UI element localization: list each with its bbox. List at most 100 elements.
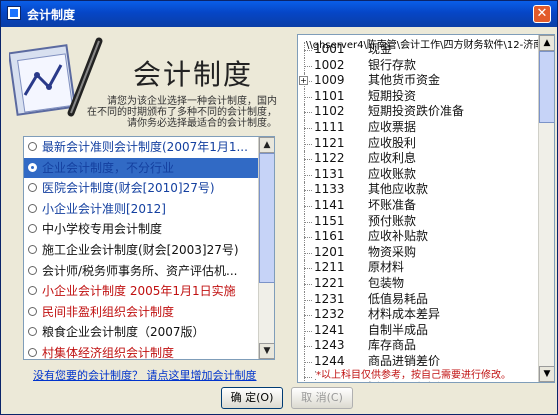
account-code: 1161 [314,229,345,244]
account-row[interactable]: 1002 银行存款 [298,57,538,74]
description-line: 请您为该企业选择一种会计制度，国内 [107,96,277,107]
option-3[interactable]: 小企业会计准则[2012] [24,199,274,220]
app-icon [7,6,21,20]
account-row[interactable]: 1161 应收补贴款 [298,229,538,245]
account-row[interactable]: 1151 预付账款 [298,213,538,230]
close-icon: ✕ [536,6,548,21]
option-4[interactable]: 中小学校专用会计制度 [24,219,274,240]
account-code: 1241 [314,322,345,337]
option-label: 企业会计制度，不分行业 [42,160,175,175]
account-name: 短期投资跌价准备 [368,104,465,119]
tree-branch [304,315,312,317]
radio-icon[interactable] [28,306,37,316]
ok-button[interactable]: 确 定(O) [221,387,283,409]
arrow-down-icon: ▼ [263,346,271,356]
account-tree-panel[interactable]: \\ghserver4\陈南管\会计工作\四方财务软件\12-济南\Data\T… [297,34,555,383]
radio-icon[interactable] [28,286,37,296]
arrow-up-icon: ▲ [263,140,271,150]
list-scrollbar[interactable]: ▲ ▼ [258,137,274,359]
radio-icon[interactable] [28,224,37,234]
option-label: 粮食企业会计制度（2007版） [42,325,205,340]
scroll-thumb[interactable] [259,153,274,283]
tree-branch [304,299,312,301]
tree-scroll-thumb[interactable] [539,51,554,123]
account-name: 库存商品 [368,338,417,353]
option-6[interactable]: 会计师/税务师事务所、资产评估机... [24,261,274,282]
account-row[interactable]: 1131 应收账款 [298,166,538,183]
account-name: 应收利息 [368,151,417,166]
account-code: 1001 [314,42,345,56]
account-row[interactable]: 1121 应收股利 [298,135,538,152]
account-code: 1111 [314,119,345,134]
account-code: 1133 [314,182,345,197]
account-name: 银行存款 [368,57,417,72]
accounting-system-list[interactable]: 最新会计准则会计制度(2007年1月1... 企业会计制度，不分行业医院会计制度(… [23,136,275,360]
close-button[interactable]: ✕ [533,5,551,23]
account-name: 应收股利 [368,135,417,150]
scroll-down-button[interactable]: ▼ [259,343,274,359]
radio-icon[interactable] [28,265,37,275]
tree-branch [304,268,312,270]
description: 请您为该企业选择一种会计制度，国内 在不同的时期颁布了多种不同的会计制度， 请你… [87,96,277,129]
tree-branch [304,283,312,285]
tree-scroll-up-button[interactable]: ▲ [539,35,554,51]
account-row[interactable]: 1133 其他应收款 [298,182,538,198]
title-bar[interactable]: 会计制度 ✕ [1,1,557,27]
option-7[interactable]: 小企业会计制度 2005年1月1日实施 [24,281,274,302]
tree-branch [304,174,312,176]
account-row[interactable]: 1111 应收票据 [298,119,538,136]
tree-branch [304,361,312,363]
account-row[interactable]: 1102 短期投资跌价准备 [298,104,538,120]
option-8[interactable]: 民间非盈利组织会计制度 [24,302,274,323]
account-name: 预付账款 [368,213,417,228]
account-row[interactable]: 1201 物资采购 [298,244,538,261]
option-9[interactable]: 粮食企业会计制度（2007版） [24,322,274,343]
radio-icon[interactable] [28,244,37,254]
tree-branch [304,65,312,67]
tree-branch [304,221,312,223]
account-row[interactable]: 1241 自制半成品 [298,322,538,339]
option-label: 中小学校专用会计制度 [42,222,163,237]
option-label: 小企业会计准则[2012] [42,201,166,216]
radio-icon[interactable] [28,327,37,337]
account-row[interactable]: 1231 低值易耗品 [298,291,538,308]
tree-scroll-down-button[interactable]: ▼ [539,366,554,382]
account-code: 1151 [314,213,345,228]
expand-icon[interactable]: + [299,76,308,86]
scroll-up-button[interactable]: ▲ [259,137,274,153]
radio-icon[interactable] [28,183,37,193]
account-row[interactable]: 1101 短期投资 [298,88,538,105]
radio-icon[interactable] [28,347,37,357]
account-code: 1243 [314,338,345,353]
account-name: 应收账款 [368,166,417,181]
option-label: 医院会计制度(财会[2010]27号) [42,181,215,196]
account-name: 现金 [368,42,393,56]
account-name: 原材料 [368,260,405,275]
account-name: 物资采购 [368,244,417,259]
account-name: 材料成本差异 [368,307,441,322]
account-code: 1009 [314,73,345,88]
radio-icon[interactable] [28,142,37,151]
account-row[interactable]: 1141 坏账准备 [298,197,538,214]
option-0[interactable]: 最新会计准则会计制度(2007年1月1... [24,137,274,158]
tree-branch [304,346,312,348]
account-row[interactable]: 1001 现金 [298,42,538,58]
account-row[interactable]: 1122 应收利息 [298,151,538,167]
option-1[interactable]: 企业会计制度，不分行业 [24,157,274,179]
account-row[interactable]: 1243 库存商品 [298,338,538,354]
radio-icon[interactable] [28,162,37,172]
account-row[interactable]: +1009 其他货币资金 [298,73,538,89]
tree-scrollbar[interactable]: ▲ ▼ [538,35,554,382]
account-row[interactable]: 1221 包装物 [298,275,538,292]
add-system-link[interactable]: 没有您要的会计制度？ 请点这里增加会计制度 [33,367,257,383]
option-2[interactable]: 医院会计制度(财会[2010]27号) [24,178,274,199]
account-code: 1201 [314,244,345,259]
option-5[interactable]: 施工企业会计制度(财会[2003]27号) [24,240,274,261]
dialog-window: 会计制度 ✕ 会计制度 请您为该企业选择一种会计制度，国内 在不同的时期颁布了多… [0,0,558,415]
account-row[interactable]: 1211 原材料 [298,260,538,276]
option-label: 民间非盈利组织会计制度 [42,304,175,319]
radio-icon[interactable] [28,203,37,213]
cancel-button[interactable]: 取 消(C) [291,387,353,409]
option-10[interactable]: 村集体经济组织会计制度 [24,343,274,359]
account-row[interactable]: 1232 材料成本差异 [298,307,538,323]
